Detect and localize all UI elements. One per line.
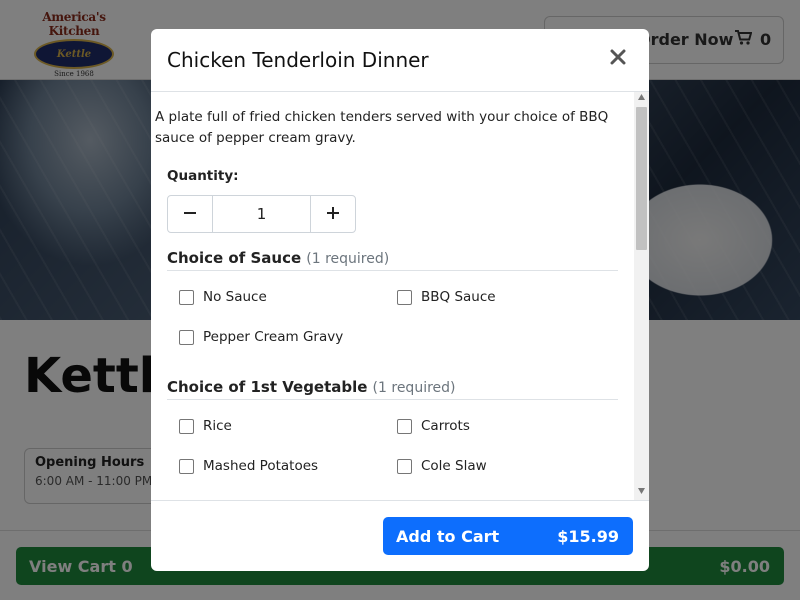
item-modal: Chicken Tenderloin Dinner A plate full o…	[151, 29, 649, 571]
option-label: Carrots	[421, 417, 470, 434]
option-label: Pepper Cream Gravy	[203, 328, 344, 345]
option-label: Cole Slaw	[421, 457, 487, 474]
scroll-down-arrow-icon[interactable]	[634, 488, 649, 498]
option-label: BBQ Sauce	[421, 288, 496, 305]
scroll-thumb[interactable]	[636, 107, 647, 250]
option-cole-slaw[interactable]: Cole Slaw	[397, 457, 487, 474]
option-rice[interactable]: Rice	[179, 417, 232, 434]
checkbox[interactable]	[397, 459, 412, 474]
option-no-sauce[interactable]: No Sauce	[179, 288, 267, 305]
modal-title: Chicken Tenderloin Dinner	[167, 48, 429, 72]
modal-body[interactable]: A plate full of fried chicken tenders se…	[151, 92, 649, 500]
modal-footer: Add to Cart $15.99	[151, 500, 649, 571]
group-required: (1 required)	[306, 251, 390, 267]
option-pepper-cream-gravy[interactable]: Pepper Cream Gravy	[179, 328, 343, 345]
checkbox[interactable]	[179, 459, 194, 474]
checkbox[interactable]	[397, 419, 412, 434]
add-to-cart-label: Add to Cart	[396, 526, 500, 546]
close-button[interactable]	[603, 44, 633, 74]
vegetable-group-header: Choice of 1st Vegetable (1 required)	[167, 377, 618, 400]
checkbox[interactable]	[179, 290, 194, 305]
group-title: Choice of Sauce	[167, 249, 302, 267]
minus-icon	[183, 205, 197, 224]
sauce-group-header: Choice of Sauce (1 required)	[167, 248, 618, 271]
quantity-stepper	[167, 195, 356, 233]
option-carrots[interactable]: Carrots	[397, 417, 470, 434]
option-mashed-potatoes[interactable]: Mashed Potatoes	[179, 457, 318, 474]
checkbox[interactable]	[179, 330, 194, 345]
item-description: A plate full of fried chicken tenders se…	[155, 109, 609, 146]
add-to-cart-button[interactable]: Add to Cart $15.99	[383, 517, 633, 555]
plus-icon	[326, 205, 340, 224]
item-price: $15.99	[557, 526, 619, 546]
modal-scrollbar[interactable]	[634, 92, 649, 500]
modal-header: Chicken Tenderloin Dinner	[151, 29, 649, 92]
option-label: Rice	[203, 417, 232, 434]
checkbox[interactable]	[179, 419, 194, 434]
quantity-label: Quantity:	[167, 168, 239, 184]
option-label: Mashed Potatoes	[203, 457, 319, 474]
scroll-up-arrow-icon[interactable]	[634, 94, 649, 104]
option-label: No Sauce	[203, 288, 267, 305]
option-bbq-sauce[interactable]: BBQ Sauce	[397, 288, 496, 305]
quantity-input[interactable]	[213, 196, 310, 232]
close-icon	[610, 49, 626, 69]
group-title: Choice of 1st Vegetable	[167, 378, 368, 396]
checkbox[interactable]	[397, 290, 412, 305]
increment-button[interactable]	[310, 196, 355, 232]
decrement-button[interactable]	[168, 196, 213, 232]
group-required: (1 required)	[372, 380, 456, 396]
